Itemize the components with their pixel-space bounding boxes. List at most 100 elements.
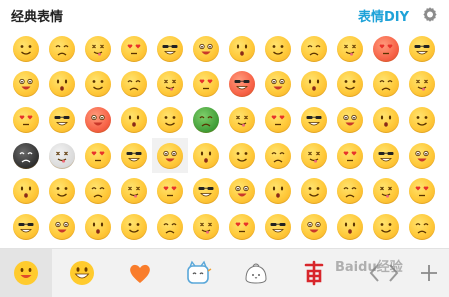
- emoji-pain[interactable]: [8, 209, 44, 245]
- red-character-icon: [304, 260, 324, 286]
- tab-favorites[interactable]: [114, 249, 166, 297]
- emoji-smirk[interactable]: [296, 31, 332, 67]
- emoji-sweat-smile[interactable]: [116, 102, 152, 138]
- emoji-curious[interactable]: [260, 102, 296, 138]
- emoji-sleepy[interactable]: [296, 67, 332, 103]
- emoji-hammer[interactable]: [80, 138, 116, 174]
- emoji-hide-mouth[interactable]: [188, 138, 224, 174]
- emoji-grimace[interactable]: [296, 138, 332, 174]
- emoji-hmm[interactable]: [260, 138, 296, 174]
- emoji-blush[interactable]: [224, 31, 260, 67]
- emoji-sigh[interactable]: [404, 67, 440, 103]
- tab-big-emoji[interactable]: [56, 249, 108, 297]
- emoji-diy-link[interactable]: 表情DIY: [358, 6, 409, 25]
- emoji-smile-closed[interactable]: [332, 67, 368, 103]
- emoji-basketball[interactable]: [404, 209, 440, 245]
- emoji-disgust[interactable]: [152, 102, 188, 138]
- emoji-giggle[interactable]: [296, 102, 332, 138]
- emoji-red-angry[interactable]: [80, 102, 116, 138]
- emoji-hat-green[interactable]: [188, 102, 224, 138]
- emoji-fear[interactable]: [224, 173, 260, 209]
- tab-fu[interactable]: [288, 249, 340, 297]
- plus-icon[interactable]: [420, 262, 438, 284]
- gift-icon: [373, 213, 399, 240]
- sweat-smile-icon: [121, 106, 147, 133]
- hmm-icon: [265, 142, 291, 169]
- emoji-tongue[interactable]: [188, 209, 224, 245]
- emoji-angry[interactable]: [368, 31, 404, 67]
- sob-icon: [13, 178, 39, 205]
- emoji-smile[interactable]: [8, 31, 44, 67]
- pain-icon: [13, 213, 39, 240]
- chevron-left-icon[interactable]: [366, 262, 384, 284]
- emoji-angry-shout[interactable]: [224, 102, 260, 138]
- grimace-icon: [301, 142, 327, 169]
- heart-eyes-icon: [85, 35, 111, 62]
- chevron-right-icon[interactable]: [384, 262, 402, 284]
- emoji-dizzy-eyes[interactable]: [44, 102, 80, 138]
- smirk-icon: [301, 35, 327, 62]
- sweat-icon: [13, 71, 39, 98]
- emoji-shy-smile[interactable]: [332, 138, 368, 174]
- angry-icon: [373, 35, 399, 62]
- emoji-angry-red[interactable]: [224, 67, 260, 103]
- emoji-cheerful[interactable]: [332, 102, 368, 138]
- tab-classic-emoji[interactable]: [0, 249, 52, 297]
- eye-roll-icon: [229, 213, 255, 240]
- emoji-bloody[interactable]: [116, 209, 152, 245]
- emoji-cool[interactable]: [152, 31, 188, 67]
- emoji-love-smile[interactable]: [116, 173, 152, 209]
- emoji-sweat[interactable]: [8, 67, 44, 103]
- emoji-laugh-tears[interactable]: [368, 173, 404, 209]
- tab-bun[interactable]: [230, 249, 282, 297]
- emoji-silent[interactable]: [332, 173, 368, 209]
- emoji-skull[interactable]: [44, 138, 80, 174]
- emoji-eye-roll[interactable]: [224, 209, 260, 245]
- watermelon-icon: [337, 213, 363, 240]
- emoji-spiral-eyes[interactable]: [368, 102, 404, 138]
- emoji-sob[interactable]: [8, 173, 44, 209]
- emoji-sad[interactable]: [116, 67, 152, 103]
- emoji-shush[interactable]: [152, 209, 188, 245]
- emoji-wail[interactable]: [260, 67, 296, 103]
- emoji-nervous[interactable]: [188, 173, 224, 209]
- emoji-puzzled[interactable]: [404, 173, 440, 209]
- emoji-bomb-face[interactable]: [8, 138, 44, 174]
- emoji-scream[interactable]: [404, 31, 440, 67]
- emoji-laugh[interactable]: [44, 67, 80, 103]
- emoji-wow[interactable]: [368, 67, 404, 103]
- gear-icon[interactable]: [422, 6, 438, 22]
- emoji-facepalm[interactable]: [404, 102, 440, 138]
- emoji-gift[interactable]: [368, 209, 404, 245]
- emoji-sick[interactable]: [188, 67, 224, 103]
- emoji-confused-sweat[interactable]: [332, 31, 368, 67]
- sad-icon: [121, 71, 147, 98]
- red-angry-icon: [85, 106, 111, 133]
- wail-icon: [265, 71, 291, 98]
- emoji-shy[interactable]: [116, 138, 152, 174]
- emoji-shocked[interactable]: [80, 67, 116, 103]
- emoji-cold[interactable]: [80, 209, 116, 245]
- emoji-worried[interactable]: [44, 173, 80, 209]
- emoji-pout[interactable]: [80, 173, 116, 209]
- emoji-smug[interactable]: [152, 173, 188, 209]
- laugh-tears-icon: [373, 178, 399, 205]
- emoji-tears-joy[interactable]: [296, 173, 332, 209]
- emoji-peek[interactable]: [224, 138, 260, 174]
- emoji-cry[interactable]: [116, 31, 152, 67]
- emoji-grin-wide[interactable]: [8, 102, 44, 138]
- emoji-grin-teeth[interactable]: [260, 31, 296, 67]
- emoji-watermelon[interactable]: [332, 209, 368, 245]
- emoji-laugh-hold[interactable]: [368, 138, 404, 174]
- emoji-point[interactable]: [260, 209, 296, 245]
- emoji-grin-cover[interactable]: [260, 173, 296, 209]
- emoji-sunglasses[interactable]: [152, 67, 188, 103]
- emoji-heart-eyes[interactable]: [80, 31, 116, 67]
- emoji-book[interactable]: [296, 209, 332, 245]
- emoji-tears[interactable]: [188, 31, 224, 67]
- emoji-sweating[interactable]: [44, 209, 80, 245]
- tab-stickers[interactable]: [172, 249, 224, 297]
- emoji-hand-on-face[interactable]: [152, 137, 188, 174]
- emoji-yawn[interactable]: [404, 138, 440, 174]
- emoji-wink-tongue[interactable]: [44, 31, 80, 67]
